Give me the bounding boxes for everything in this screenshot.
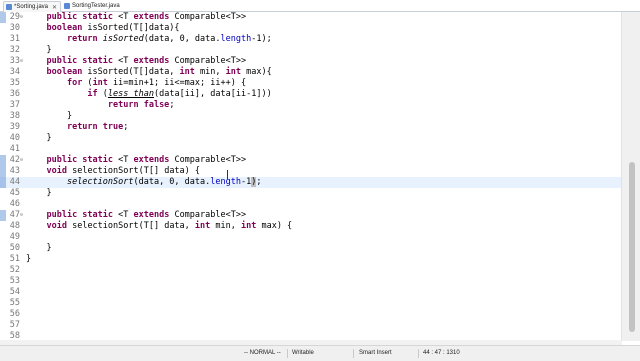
- line-number: 47: [9, 210, 20, 220]
- editor-tab-bar: *Sorting.java ✕ SortingTester.java: [0, 0, 640, 12]
- code-line[interactable]: 36 if (less_than(data[ii], data[ii-1])): [0, 89, 622, 100]
- tab-label: SortingTester.java: [72, 3, 120, 9]
- code-text: return false;: [107, 100, 175, 110]
- insert-mode-status: Smart Insert: [359, 350, 392, 356]
- tab-sortingtester-java[interactable]: SortingTester.java: [64, 1, 120, 11]
- code-text: void selectionSort(T[] data) {: [46, 166, 201, 176]
- writable-status: Writable: [292, 350, 314, 356]
- line-number: 51: [9, 254, 20, 264]
- code-text: return isSorted(data, 0, data.length-1);: [66, 34, 272, 44]
- code-line[interactable]: 49: [0, 232, 622, 243]
- code-text: if (less_than(data[ii], data[ii-1])): [87, 89, 272, 99]
- line-number: 41: [9, 144, 20, 154]
- code-line[interactable]: 34 boolean isSorted(T[]data, int min, in…: [0, 67, 622, 78]
- code-line[interactable]: 50 }: [0, 243, 622, 254]
- line-number: 38: [9, 111, 20, 121]
- code-line[interactable]: 29 ⊖ public static <T extends Comparable<…: [0, 12, 622, 23]
- code-text: }: [26, 45, 52, 55]
- line-number: 54: [9, 287, 20, 297]
- code-line[interactable]: 51}: [0, 254, 622, 265]
- code-text: }: [26, 243, 52, 253]
- line-number: 32: [9, 45, 20, 55]
- line-number: 44: [9, 177, 20, 187]
- vim-mode: -- NORMAL --: [244, 350, 281, 356]
- code-line[interactable]: 52: [0, 265, 622, 276]
- code-line[interactable]: 32 }: [0, 45, 622, 56]
- code-line[interactable]: 45 }: [0, 188, 622, 199]
- line-number: 52: [9, 265, 20, 275]
- code-text: public static <T extends Comparable<T>>: [46, 210, 247, 220]
- code-line[interactable]: 56: [0, 309, 622, 320]
- close-icon[interactable]: ✕: [52, 4, 57, 11]
- code-text: public static <T extends Comparable<T>>: [46, 12, 247, 22]
- line-number: 35: [9, 78, 20, 88]
- line-number: 45: [9, 188, 20, 198]
- tab-sorting-java[interactable]: *Sorting.java ✕: [3, 1, 62, 12]
- fold-toggle-icon[interactable]: ⊖: [20, 59, 23, 64]
- code-line[interactable]: 48 void selectionSort(T[] data, int min,…: [0, 221, 622, 232]
- line-number: 53: [9, 276, 20, 286]
- code-text: }: [26, 133, 52, 143]
- code-line[interactable]: 55: [0, 298, 622, 309]
- code-line[interactable]: 44 selectionSort(data, 0, data.length-1)…: [0, 177, 622, 188]
- line-number: 31: [9, 34, 20, 44]
- code-line[interactable]: 53: [0, 276, 622, 287]
- code-text: public static <T extends Comparable<T>>: [46, 155, 247, 165]
- code-line[interactable]: 38 }: [0, 111, 622, 122]
- code-line[interactable]: 43 void selectionSort(T[] data) {: [0, 166, 622, 177]
- line-number: 49: [9, 232, 20, 242]
- line-number: 46: [9, 199, 20, 209]
- status-bar: -- NORMAL -- Writable Smart Insert 44 : …: [0, 345, 640, 361]
- code-line[interactable]: 37 return false;: [0, 100, 622, 111]
- line-number: 55: [9, 298, 20, 308]
- line-number: 48: [9, 221, 20, 231]
- code-text: void selectionSort(T[] data, int min, in…: [46, 221, 293, 231]
- code-line[interactable]: 39 return true;: [0, 122, 622, 133]
- line-number: 30: [9, 23, 20, 33]
- code-line[interactable]: 46: [0, 199, 622, 210]
- line-number: 37: [9, 100, 20, 110]
- mouse-ibeam-cursor: [227, 170, 228, 179]
- fold-toggle-icon[interactable]: ⊖: [20, 158, 23, 163]
- code-line[interactable]: 57: [0, 320, 622, 331]
- code-text: public static <T extends Comparable<T>>: [46, 56, 247, 66]
- code-line[interactable]: 40 }: [0, 133, 622, 144]
- code-line[interactable]: 31 return isSorted(data, 0, data.length-…: [0, 34, 622, 45]
- java-file-icon: [6, 4, 12, 10]
- code-text: boolean isSorted(T[]data, int min, int m…: [46, 67, 272, 77]
- code-text: boolean isSorted(T[]data){: [46, 23, 180, 33]
- scrollbar-thumb[interactable]: [629, 162, 635, 332]
- code-line[interactable]: 47 ⊖ public static <T extends Comparable<…: [0, 210, 622, 221]
- line-number: 29: [9, 12, 20, 22]
- line-number: 33: [9, 56, 20, 66]
- code-line[interactable]: 42 ⊖ public static <T extends Comparable<…: [0, 155, 622, 166]
- line-number: 56: [9, 309, 20, 319]
- line-number: 34: [9, 67, 20, 77]
- code-line[interactable]: 41: [0, 144, 622, 155]
- java-file-icon: [64, 3, 70, 9]
- code-line[interactable]: 35 for (int ii=min+1; ii<=max; ii++) {: [0, 78, 622, 89]
- line-number: 39: [9, 122, 20, 132]
- cursor-position: 44 : 47 : 1310: [423, 350, 460, 356]
- vertical-scrollbar[interactable]: [621, 12, 640, 341]
- line-number: 36: [9, 89, 20, 99]
- code-text: }: [26, 111, 73, 121]
- code-text: return true;: [66, 122, 129, 132]
- code-text: }: [26, 254, 32, 264]
- code-line[interactable]: 54: [0, 287, 622, 298]
- code-line[interactable]: 33 ⊖ public static <T extends Comparable<…: [0, 56, 622, 67]
- line-number: 57: [9, 320, 20, 330]
- code-editor[interactable]: 29 ⊖ public static <T extends Comparable<…: [0, 12, 622, 341]
- line-number: 40: [9, 133, 20, 143]
- line-number: 43: [9, 166, 20, 176]
- code-text: for (int ii=min+1; ii<=max; ii++) {: [66, 78, 247, 88]
- line-number: 50: [9, 243, 20, 253]
- tab-label: *Sorting.java: [14, 4, 49, 10]
- code-line[interactable]: 30 boolean isSorted(T[]data){: [0, 23, 622, 34]
- line-number: 42: [9, 155, 20, 165]
- fold-toggle-icon[interactable]: ⊖: [20, 213, 23, 218]
- code-text: }: [26, 188, 52, 198]
- fold-toggle-icon[interactable]: ⊖: [20, 15, 23, 20]
